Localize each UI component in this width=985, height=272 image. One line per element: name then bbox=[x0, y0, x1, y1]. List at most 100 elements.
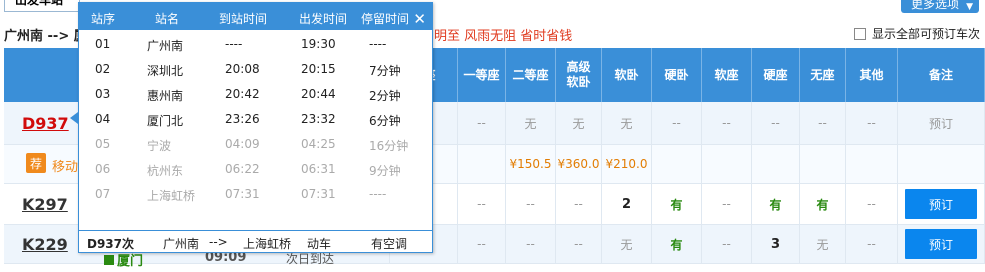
seat-cell-hard-sleeper: 有 bbox=[652, 225, 702, 264]
checkbox-icon[interactable] bbox=[854, 27, 866, 40]
stop-list-popup: 站序 站名 到站时间 出发时间 停留时间 ✕ 01 广州南 ---- 19:30 ---… bbox=[78, 2, 433, 253]
stop-name: 杭州东 bbox=[147, 164, 184, 178]
stop-row: 03 惠州南 20:42 20:44 2分钟 bbox=[79, 81, 432, 106]
stop-row: 04 厦门北 23:26 23:32 6分钟 bbox=[79, 106, 432, 131]
header-second: 二等座 bbox=[506, 48, 556, 102]
stop-seq: 07 bbox=[95, 187, 111, 201]
seat-cell-second: -- bbox=[506, 225, 556, 264]
departure-station-field[interactable]: 出发车站 bbox=[4, 0, 80, 12]
recommend-text: 移动 bbox=[52, 160, 79, 175]
book-link[interactable]: 预订 bbox=[929, 115, 953, 132]
stop-row: 06 杭州东 06:22 06:31 9分钟 bbox=[79, 156, 432, 181]
header-first: 一等座 bbox=[458, 48, 506, 102]
seat-cell-soft-seat: -- bbox=[702, 225, 752, 264]
stop-depart: 23:32 bbox=[301, 112, 336, 126]
stop-seq: 03 bbox=[95, 87, 111, 101]
show-all-label: 显示全部可预订车次 bbox=[872, 27, 981, 41]
seat-cell-first bbox=[458, 145, 506, 184]
note-cell: 预订 bbox=[898, 225, 985, 264]
header-soft-seat: 软座 bbox=[702, 48, 752, 102]
popup-footer: D937次 广州南 --> 上海虹桥 动车 有空调 bbox=[79, 230, 432, 252]
stop-arrive: 04:09 bbox=[225, 137, 260, 151]
seat-cell-soft-seat: -- bbox=[702, 184, 752, 225]
seat-cell-other: -- bbox=[846, 225, 898, 264]
station-icon bbox=[104, 255, 114, 265]
seat-cell-hard-sleeper: -- bbox=[652, 102, 702, 145]
seat-cell-soft-sleeper: 无 bbox=[602, 102, 652, 145]
header-other: 其他 bbox=[846, 48, 898, 102]
seat-cell-hard-seat bbox=[752, 145, 800, 184]
stop-arrive: 23:26 bbox=[225, 112, 260, 126]
stop-arrive: 20:08 bbox=[225, 62, 260, 76]
note-cell: 预订 bbox=[898, 184, 985, 225]
note-cell: 预订 bbox=[898, 102, 985, 145]
stop-name: 惠州南 bbox=[147, 89, 184, 103]
stop-row: 01 广州南 ---- 19:30 ---- bbox=[79, 31, 432, 56]
stop-arrive: 06:22 bbox=[225, 162, 260, 176]
col-seq: 站序 bbox=[91, 12, 116, 26]
more-options-label: 更多选项 bbox=[911, 0, 960, 11]
seat-cell-no-seat bbox=[800, 145, 846, 184]
stop-row: 05 宁波 04:09 04:25 16分钟 bbox=[79, 131, 432, 156]
header-hard-sleeper: 硬卧 bbox=[652, 48, 702, 102]
footer-train: D937次 bbox=[87, 237, 135, 251]
seat-cell-soft-seat: -- bbox=[702, 102, 752, 145]
seat-cell-other: -- bbox=[846, 184, 898, 225]
seat-cell-no-seat: -- bbox=[800, 102, 846, 145]
book-button[interactable]: 预订 bbox=[905, 189, 977, 219]
seat-cell-soft-sleeper: 2 bbox=[602, 184, 652, 225]
more-options-button[interactable]: 更多选项 ▼ bbox=[901, 0, 979, 13]
stop-arrive: ---- bbox=[225, 37, 243, 51]
promo-text: 明至 风雨无阻 省时省钱 bbox=[434, 29, 573, 44]
stop-row: 02 深圳北 20:08 20:15 7分钟 bbox=[79, 56, 432, 81]
stop-stay: 2分钟 bbox=[369, 89, 401, 103]
header-no-seat: 无座 bbox=[800, 48, 846, 102]
col-depart: 出发时间 bbox=[299, 12, 348, 26]
seat-cell-second: -- bbox=[506, 184, 556, 225]
seat-cell-premium-sleeper: ¥360.0 bbox=[556, 145, 602, 184]
seat-cell-soft-sleeper: ¥210.0 bbox=[602, 145, 652, 184]
header-hard-seat: 硬座 bbox=[752, 48, 800, 102]
footer-arrow: --> bbox=[209, 235, 228, 249]
stop-name: 上海虹桥 bbox=[147, 189, 196, 203]
book-button[interactable]: 预订 bbox=[905, 229, 977, 259]
stop-stay: ---- bbox=[369, 37, 387, 51]
seat-cell-premium-sleeper: -- bbox=[556, 225, 602, 264]
stop-stay: ---- bbox=[369, 187, 387, 201]
stop-stay: 9分钟 bbox=[369, 164, 401, 178]
header-premium-sleeper: 高级 软卧 bbox=[556, 48, 602, 102]
seat-cell-other: -- bbox=[846, 102, 898, 145]
stop-depart: 07:31 bbox=[301, 187, 336, 201]
stop-depart: 06:31 bbox=[301, 162, 336, 176]
stop-stay: 16分钟 bbox=[369, 139, 409, 153]
footer-type: 动车 bbox=[307, 237, 332, 251]
close-icon[interactable]: ✕ bbox=[413, 10, 426, 28]
seat-cell-hard-sleeper: 有 bbox=[652, 184, 702, 225]
col-arrive: 到站时间 bbox=[219, 12, 268, 26]
seat-cell-hard-sleeper bbox=[652, 145, 702, 184]
stop-seq: 02 bbox=[95, 62, 111, 76]
stop-stay: 7分钟 bbox=[369, 64, 401, 78]
popup-pointer bbox=[70, 112, 78, 124]
stop-depart: 04:25 bbox=[301, 137, 336, 151]
seat-cell-other bbox=[846, 145, 898, 184]
stop-name: 宁波 bbox=[147, 139, 172, 153]
stop-row: 07 上海虹桥 07:31 07:31 ---- bbox=[79, 181, 432, 206]
stop-seq: 01 bbox=[95, 37, 111, 51]
note-cell bbox=[898, 145, 985, 184]
header-soft-sleeper: 软卧 bbox=[602, 48, 652, 102]
col-station: 站名 bbox=[155, 12, 180, 26]
stop-arrive: 20:42 bbox=[225, 87, 260, 101]
stop-stay: 6分钟 bbox=[369, 114, 401, 128]
seat-cell-second: 无 bbox=[506, 102, 556, 145]
seat-cell-soft-seat bbox=[702, 145, 752, 184]
seat-cell-hard-seat: -- bbox=[752, 102, 800, 145]
show-all-toggle[interactable]: 显示全部可预订车次 bbox=[854, 25, 980, 42]
stop-depart: 19:30 bbox=[301, 37, 336, 51]
seat-cell-second: ¥150.5 bbox=[506, 145, 556, 184]
stop-seq: 04 bbox=[95, 112, 111, 126]
stop-name: 深圳北 bbox=[147, 64, 184, 78]
arrival-station-name: 厦门 bbox=[117, 254, 144, 269]
seat-cell-premium-sleeper: -- bbox=[556, 184, 602, 225]
footer-from: 广州南 bbox=[163, 237, 200, 251]
